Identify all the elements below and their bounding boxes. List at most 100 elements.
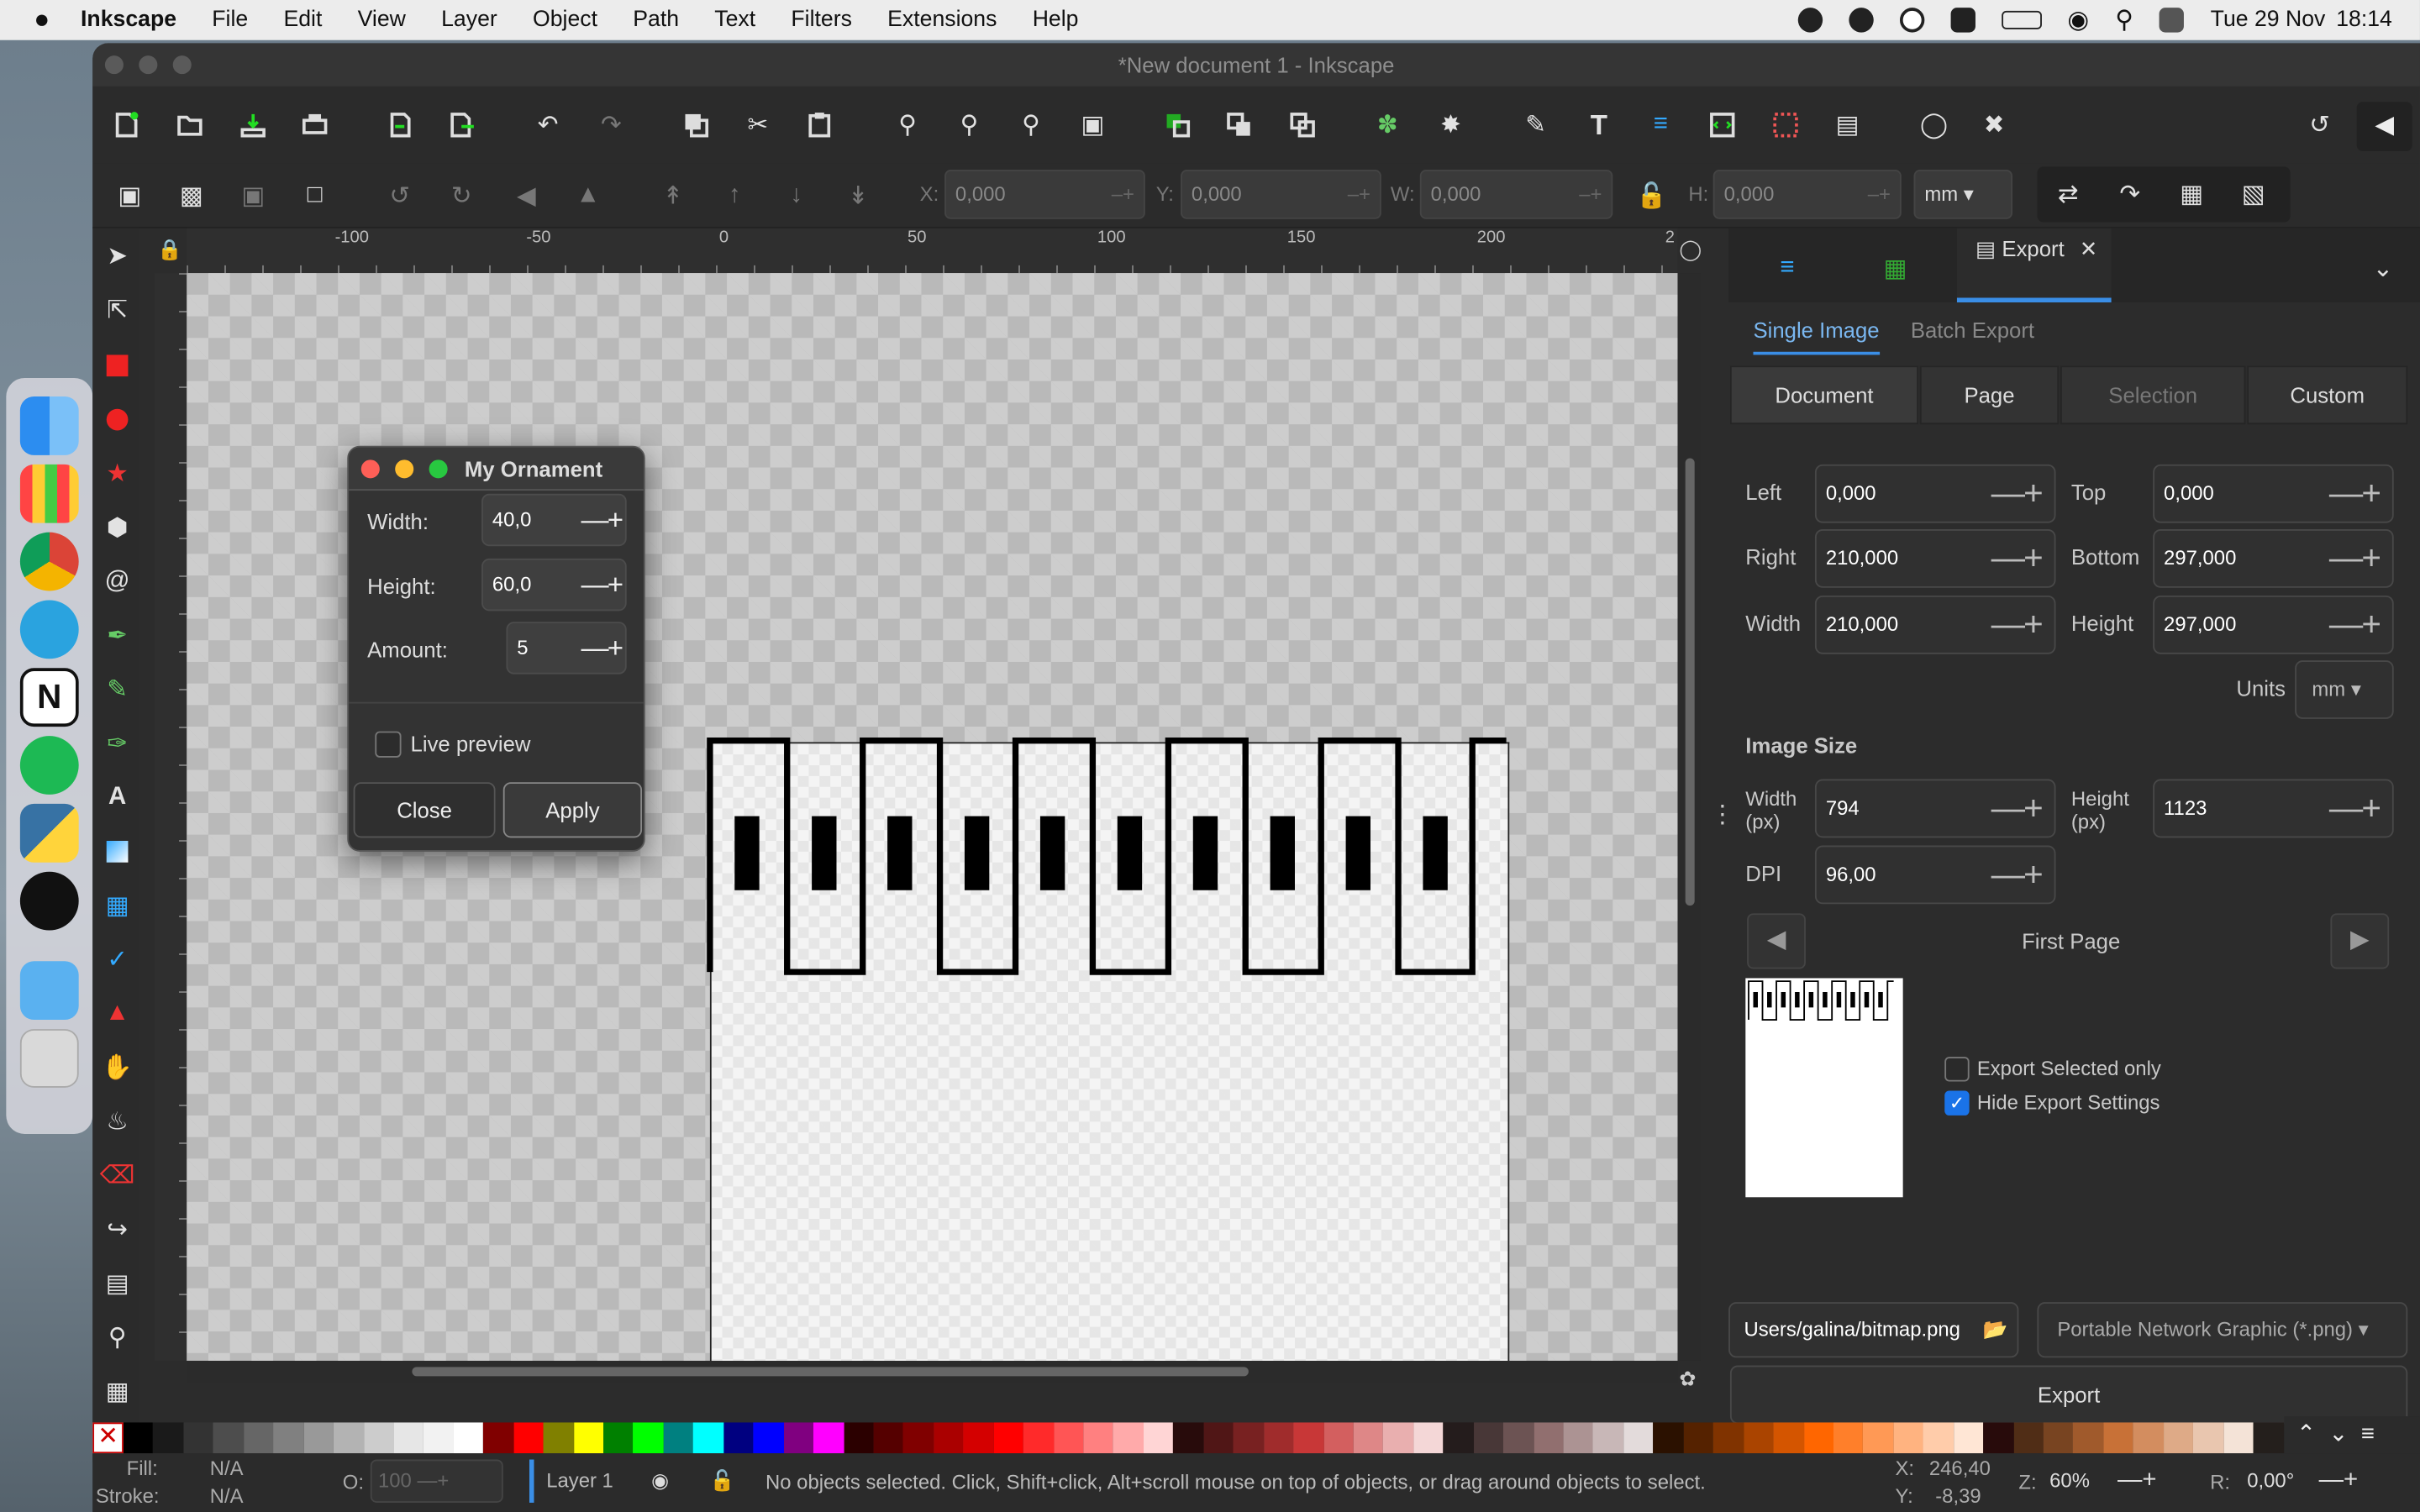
y-field[interactable]: 0,000 –+ — [1181, 170, 1381, 219]
lock-ratio-icon[interactable]: 🔓 — [1636, 181, 1667, 212]
canvas[interactable]: My Ornament Width: 40,0 —+ Height: 60,0 —+… — [187, 273, 1678, 1361]
vertical-scrollbar[interactable] — [1677, 273, 1702, 1361]
palette-swatch[interactable] — [903, 1422, 934, 1454]
python-icon[interactable] — [19, 803, 79, 863]
menu-file[interactable]: File — [212, 8, 248, 32]
shield-icon[interactable] — [1848, 8, 1874, 33]
palette-swatch[interactable] — [1383, 1422, 1414, 1454]
dialog-zoom-button[interactable] — [429, 459, 448, 479]
apply-button[interactable]: Apply — [502, 782, 643, 838]
save-icon[interactable] — [238, 109, 269, 140]
palette-swatch[interactable] — [1653, 1422, 1684, 1454]
inkscape-icon[interactable] — [19, 871, 79, 931]
snap-popover-button[interactable]: ◀ — [2356, 102, 2412, 151]
width-px-input[interactable]: 794 —+ — [1814, 779, 2056, 838]
zoom-input[interactable]: 60% —+ — [2044, 1460, 2189, 1503]
palette-swatch[interactable] — [363, 1422, 394, 1454]
palette-swatch[interactable] — [693, 1422, 723, 1454]
launchpad-icon[interactable] — [19, 464, 79, 523]
palette-swatch[interactable] — [1533, 1422, 1564, 1454]
prev-page-button[interactable]: ◀ — [1747, 913, 1806, 969]
area-custom-button[interactable]: Custom — [2247, 365, 2408, 425]
height-input[interactable]: 297,000 —+ — [2153, 595, 2394, 654]
zoom-drawing-icon[interactable]: ⚲ — [954, 109, 985, 140]
palette-swatch[interactable] — [1953, 1422, 1984, 1454]
height-px-stepper[interactable]: —+ — [2329, 780, 2381, 836]
window-minimize-button[interactable] — [139, 55, 158, 75]
palette-swatch[interactable] — [1713, 1422, 1744, 1454]
zoom-selection-icon[interactable]: ⚲ — [892, 109, 923, 140]
text-font-icon[interactable]: T — [1583, 108, 1614, 140]
zoom-center-icon[interactable]: ▣ — [1077, 109, 1108, 140]
zoom-corner-icon[interactable]: ◯ — [1679, 238, 1702, 262]
palette-swatch[interactable] — [1773, 1422, 1804, 1454]
left-stepper[interactable]: —+ — [1991, 466, 2044, 522]
text-tool-icon[interactable]: A — [102, 782, 133, 813]
selector-tool-icon[interactable]: ➤ — [102, 241, 133, 272]
move-patterns-icon[interactable]: ▧ — [2238, 179, 2269, 210]
input-source-icon[interactable] — [1949, 8, 1975, 33]
layers-tab-icon[interactable]: ≡ — [1772, 253, 1803, 284]
palette-swatch[interactable] — [183, 1422, 214, 1454]
lock-guides-icon[interactable]: 🔒 — [157, 238, 182, 262]
dock-menu-icon[interactable]: ⌄ — [2367, 253, 2398, 284]
menu-object[interactable]: Object — [533, 8, 597, 32]
vertical-ruler[interactable] — [154, 273, 187, 1361]
group-icon[interactable] — [1162, 109, 1193, 140]
image-tab-icon[interactable]: ▦ — [1880, 253, 1911, 284]
palette-swatch[interactable] — [663, 1422, 694, 1454]
snap-toggle-icon[interactable]: ↺ — [2304, 109, 2335, 140]
pencil-tool-icon[interactable]: ✎ — [102, 675, 133, 706]
color-palette[interactable] — [123, 1422, 2284, 1454]
pen-tool-icon[interactable]: ✒ — [102, 620, 133, 651]
horizontal-ruler[interactable]: -100 -50 0 50 100 150 200 2 — [187, 228, 1678, 274]
width-px-stepper[interactable]: —+ — [1991, 780, 2044, 836]
palette-swatch[interactable] — [1323, 1422, 1354, 1454]
horizontal-scrollbar[interactable] — [187, 1360, 1678, 1383]
x-field[interactable]: 0,000 –+ — [944, 170, 1145, 219]
amount-stepper[interactable]: —+ — [581, 623, 623, 673]
folder-open-icon[interactable]: 📂 — [1983, 1304, 2008, 1356]
ungroup-icon[interactable] — [1224, 109, 1255, 140]
palette-swatch[interactable] — [633, 1422, 664, 1454]
palette-swatch[interactable] — [843, 1422, 874, 1454]
tab-single-image[interactable]: Single Image — [1753, 318, 1880, 355]
rotate-ccw-icon[interactable]: ↺ — [384, 181, 415, 212]
connector-tool-icon[interactable]: ↪ — [102, 1214, 133, 1245]
preferences-icon[interactable]: ✖ — [1979, 109, 2010, 140]
palette-swatch[interactable] — [1233, 1422, 1264, 1454]
palette-swatch[interactable] — [1683, 1422, 1714, 1454]
play-icon[interactable] — [1899, 8, 1924, 33]
palette-swatch[interactable] — [1623, 1422, 1654, 1454]
notion-icon[interactable]: N — [19, 668, 79, 727]
palette-swatch[interactable] — [1923, 1422, 1954, 1454]
pages-tool-icon[interactable]: ▤ — [102, 1268, 133, 1299]
palette-swatch[interactable] — [1473, 1422, 1504, 1454]
palette-swatch[interactable] — [1293, 1422, 1323, 1454]
scale-stroke-icon[interactable]: ⇄ — [2053, 179, 2084, 210]
fill-stroke-icon[interactable]: ✎ — [1520, 109, 1551, 140]
raise-top-icon[interactable]: ↟ — [657, 181, 688, 212]
location-icon[interactable] — [1797, 8, 1823, 33]
palette-swatch[interactable] — [933, 1422, 964, 1454]
stroke-value[interactable]: N/A — [210, 1484, 244, 1508]
align-distribute-icon[interactable]: ▤ — [1832, 109, 1863, 140]
menu-app-name[interactable]: Inkscape — [81, 8, 176, 32]
fill-value[interactable]: N/A — [210, 1457, 244, 1480]
palette-swatch[interactable] — [1983, 1422, 2014, 1454]
export-button[interactable]: Export — [1729, 1365, 2408, 1425]
area-document-button[interactable]: Document — [1729, 365, 1919, 425]
touch-select-icon[interactable]: □ — [299, 181, 330, 212]
node-tool-icon[interactable]: ⇱ — [102, 295, 133, 326]
palette-swatch[interactable] — [243, 1422, 274, 1454]
menu-extensions[interactable]: Extensions — [887, 8, 997, 32]
palette-swatch[interactable] — [1263, 1422, 1294, 1454]
palette-swatch[interactable] — [543, 1422, 574, 1454]
palette-swatch[interactable] — [303, 1422, 334, 1454]
gradient-tool-icon[interactable] — [102, 836, 133, 867]
palette-swatch[interactable] — [1023, 1422, 1054, 1454]
palette-swatch[interactable] — [483, 1422, 514, 1454]
palette-swatch[interactable] — [1053, 1422, 1084, 1454]
palette-swatch[interactable] — [963, 1422, 994, 1454]
palette-swatch[interactable] — [2253, 1422, 2284, 1454]
